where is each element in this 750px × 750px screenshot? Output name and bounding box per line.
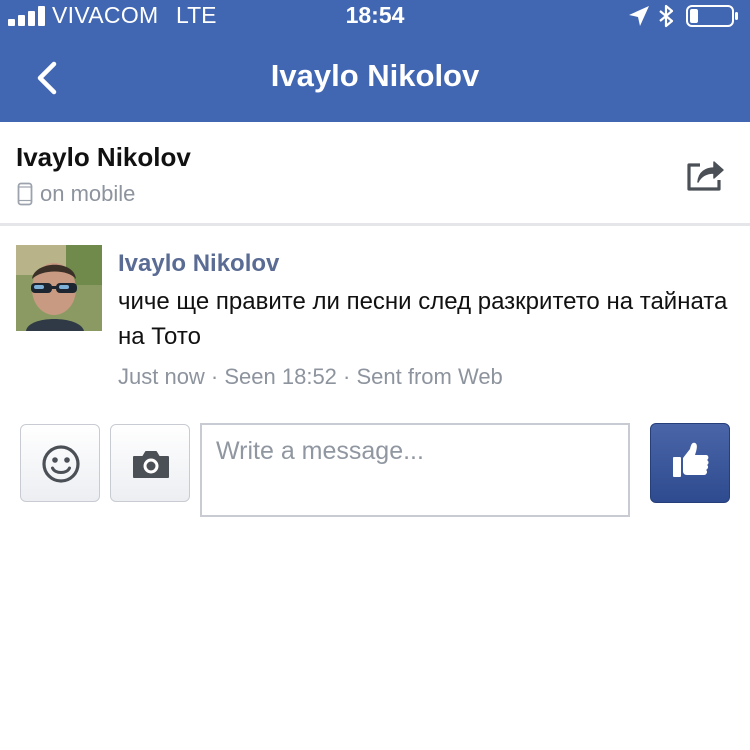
message-sender[interactable]: Ivaylo Nikolov	[118, 250, 279, 278]
contact-name: Ivaylo Nikolov	[16, 142, 191, 172]
camera-icon	[133, 451, 169, 478]
location-arrow-icon	[629, 6, 649, 26]
mobile-phone-icon	[17, 182, 33, 206]
bluetooth-icon	[659, 4, 674, 28]
presence-status: on mobile	[40, 181, 136, 206]
like-button[interactable]	[650, 423, 730, 503]
thumbs-up-icon	[673, 442, 709, 477]
share-button[interactable]	[686, 156, 726, 192]
smiley-icon	[42, 445, 80, 483]
message-meta: Just now · Seen 18:52 · Sent from Web	[118, 364, 503, 389]
avatar[interactable]	[16, 245, 102, 331]
contact-info: Ivaylo Nikolov on mobile	[0, 122, 750, 226]
message-input[interactable]	[200, 423, 630, 517]
header-bar: VIVACOM LTE 18:54 Ivaylo Nikolov	[0, 0, 750, 122]
status-bar: VIVACOM LTE 18:54	[0, 0, 750, 34]
camera-button[interactable]	[110, 424, 190, 502]
message-text: чиче ще правите ли песни след разкритето…	[118, 288, 728, 350]
battery-icon	[686, 5, 738, 27]
share-icon	[687, 161, 724, 191]
page-title: Ivaylo Nikolov	[270, 58, 480, 93]
navigation-bar: Ivaylo Nikolov	[0, 34, 750, 122]
emoji-button[interactable]	[20, 424, 100, 502]
